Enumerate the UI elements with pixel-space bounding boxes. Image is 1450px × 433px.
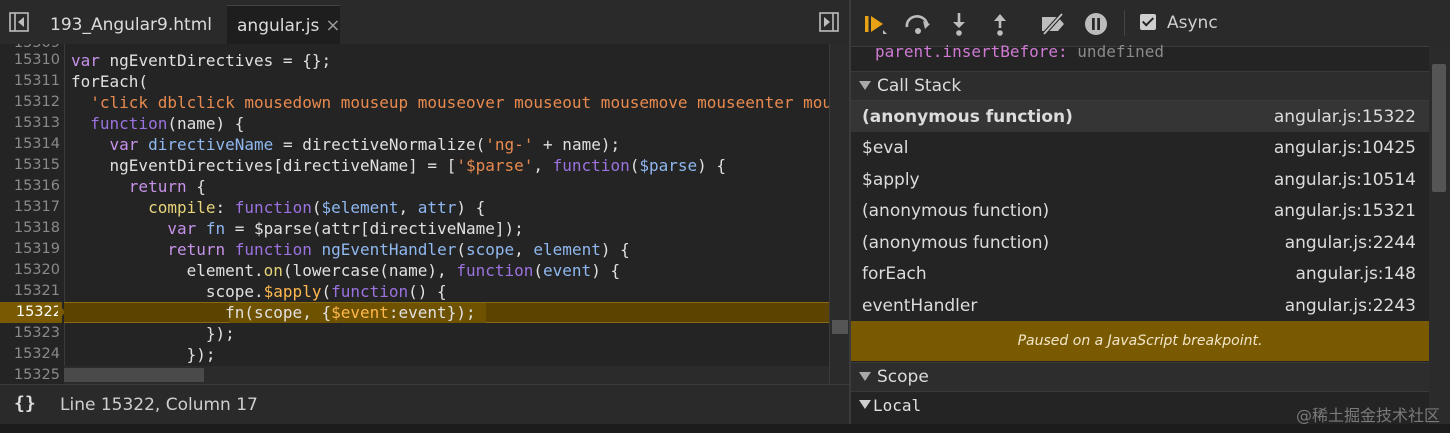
code-editor[interactable]: 15309 15310 15311 15312 15313 15314 1531… bbox=[0, 44, 849, 384]
code-line: compile: function($element, attr) { bbox=[148, 198, 486, 217]
line-number[interactable]: 15312 bbox=[0, 92, 60, 113]
editor-vertical-scrollbar[interactable] bbox=[829, 44, 849, 384]
frame-function: forEach bbox=[862, 264, 927, 284]
frame-function: (anonymous function) bbox=[862, 107, 1073, 127]
frame-function: eventHandler bbox=[862, 296, 978, 316]
property-value: undefined bbox=[1077, 42, 1164, 61]
frame-function: $apply bbox=[862, 170, 920, 190]
pause-on-exceptions-icon[interactable] bbox=[1084, 12, 1108, 36]
pretty-print-button[interactable]: {} bbox=[14, 393, 36, 414]
frame-location[interactable]: angular.js:2243 bbox=[1285, 296, 1416, 316]
line-number[interactable]: 15319 bbox=[0, 239, 60, 260]
line-number[interactable]: 15314 bbox=[0, 134, 60, 155]
line-number[interactable]: 15325 bbox=[0, 365, 60, 384]
call-stack-header[interactable]: Call Stack bbox=[851, 71, 1429, 101]
call-frame[interactable]: eventHandler angular.js:2243 bbox=[851, 290, 1429, 321]
debugger-sidebar: Async parent.insertBefore: undefined Cal… bbox=[851, 0, 1450, 424]
tab-label: angular.js bbox=[237, 16, 320, 36]
frame-function: (anonymous function) bbox=[862, 233, 1050, 253]
expand-triangle-icon bbox=[859, 372, 871, 381]
code-line: scope.$apply(function() { bbox=[71, 282, 447, 301]
line-number[interactable]: 15313 bbox=[0, 113, 60, 134]
line-number[interactable]: 15310 bbox=[0, 50, 60, 71]
cursor-position: Line 15322, Column 17 bbox=[60, 395, 258, 415]
line-number[interactable]: 15321 bbox=[0, 281, 60, 302]
line-number[interactable]: 15317 bbox=[0, 197, 60, 218]
async-checkbox[interactable] bbox=[1140, 14, 1156, 30]
editor-tab-bar: 193_Angular9.html angular.js × bbox=[0, 0, 849, 45]
deactivate-breakpoints-icon[interactable] bbox=[1040, 12, 1068, 36]
close-tab-icon[interactable]: × bbox=[325, 15, 340, 36]
step-out-icon[interactable] bbox=[988, 12, 1012, 36]
bottom-edge bbox=[0, 424, 1450, 433]
local-scope-label: Local bbox=[873, 396, 922, 415]
frame-location[interactable]: angular.js:10425 bbox=[1274, 138, 1416, 158]
step-over-icon[interactable] bbox=[904, 12, 932, 36]
async-label: Async bbox=[1167, 13, 1218, 33]
frame-function: $eval bbox=[862, 138, 909, 158]
breakpoint-line-number[interactable]: 15322 bbox=[0, 302, 62, 323]
code-line: return function ngEventHandler(scope, el… bbox=[167, 240, 630, 259]
line-number[interactable]: 15318 bbox=[0, 218, 60, 239]
call-frame[interactable]: $eval angular.js:10425 bbox=[851, 132, 1429, 163]
tab-angular-js[interactable]: angular.js × bbox=[227, 5, 340, 44]
scrollbar-thumb[interactable] bbox=[832, 320, 848, 334]
call-frame[interactable]: forEach angular.js:148 bbox=[851, 258, 1429, 289]
line-number[interactable]: 15323 bbox=[0, 323, 60, 344]
call-frame-selected[interactable]: (anonymous function) angular.js:15322 bbox=[851, 101, 1429, 132]
toggle-debugger-icon[interactable] bbox=[819, 12, 839, 32]
resume-icon[interactable] bbox=[863, 12, 887, 36]
property-name: parent.insertBefore: bbox=[875, 42, 1068, 61]
watermark: @稀土掘金技术社区 bbox=[1295, 406, 1440, 425]
line-number[interactable]: 15324 bbox=[0, 344, 60, 365]
source-panel: 193_Angular9.html angular.js× 15309 1531… bbox=[0, 0, 849, 433]
code-line: 'click dblclick mousedown mouseup mouseo… bbox=[71, 93, 832, 112]
tab-label: 193_Angular9.html bbox=[50, 15, 212, 35]
call-frame[interactable]: (anonymous function) angular.js:15321 bbox=[851, 195, 1429, 226]
code-line: forEach( bbox=[71, 72, 149, 91]
line-number[interactable]: 15320 bbox=[0, 260, 60, 281]
section-title: Call Stack bbox=[877, 76, 962, 96]
code-line-current: fn(scope, {$event:event}); bbox=[71, 303, 476, 322]
code-line: var fn = $parse(attr[directiveName]); bbox=[167, 219, 524, 238]
code-line: var ngEventDirectives = {}; bbox=[71, 51, 332, 70]
expand-triangle-icon bbox=[859, 81, 871, 90]
frame-function: (anonymous function) bbox=[862, 201, 1050, 221]
line-number[interactable]: 15316 bbox=[0, 176, 60, 197]
line-number[interactable]: 15311 bbox=[0, 71, 60, 92]
code-line: return { bbox=[128, 177, 206, 196]
call-frame[interactable]: $apply angular.js:10514 bbox=[851, 164, 1429, 195]
frame-location[interactable]: angular.js:15321 bbox=[1274, 201, 1416, 221]
toggle-navigator-icon[interactable] bbox=[9, 12, 29, 32]
paused-banner: Paused on a JavaScript breakpoint. bbox=[851, 321, 1429, 361]
paused-message: Paused on a JavaScript breakpoint. bbox=[1017, 333, 1263, 349]
tab-193-angular9-html[interactable]: 193_Angular9.html bbox=[40, 5, 225, 44]
frame-location[interactable]: angular.js:148 bbox=[1296, 264, 1417, 284]
scope-property-row: parent.insertBefore: undefined bbox=[875, 42, 1164, 61]
scope-header[interactable]: Scope bbox=[851, 362, 1429, 392]
frame-location[interactable]: angular.js:15322 bbox=[1274, 107, 1416, 127]
editor-status-bar: {} Line 15322, Column 17 bbox=[0, 384, 849, 425]
toolbar-separator bbox=[1124, 10, 1125, 36]
expand-triangle-icon bbox=[859, 400, 871, 409]
debugger-toolbar: Async bbox=[851, 0, 1450, 47]
call-frame[interactable]: (anonymous function) angular.js:2244 bbox=[851, 227, 1429, 258]
scrollbar-thumb[interactable] bbox=[1432, 64, 1446, 192]
line-number-gutter[interactable]: 15309 15310 15311 15312 15313 15314 1531… bbox=[0, 44, 65, 384]
code-line: }); bbox=[71, 324, 235, 343]
frame-location[interactable]: angular.js:10514 bbox=[1274, 170, 1416, 190]
code-line: function(name) { bbox=[90, 114, 245, 133]
frame-location[interactable]: angular.js:2244 bbox=[1285, 233, 1416, 253]
line-number[interactable]: 15315 bbox=[0, 155, 60, 176]
scrollbar-thumb[interactable] bbox=[64, 368, 204, 382]
section-title: Scope bbox=[877, 367, 929, 387]
code-line: ngEventDirectives[directiveName] = ['$pa… bbox=[71, 156, 727, 175]
step-into-icon[interactable] bbox=[947, 12, 971, 36]
sidebar-vertical-scrollbar[interactable] bbox=[1429, 46, 1450, 424]
code-line: }); bbox=[71, 345, 216, 364]
editor-horizontal-scrollbar[interactable] bbox=[64, 366, 829, 384]
code-line: element.on(lowercase(name), function(eve… bbox=[71, 261, 621, 280]
code-line: var directiveName = directiveNormalize('… bbox=[109, 135, 621, 154]
